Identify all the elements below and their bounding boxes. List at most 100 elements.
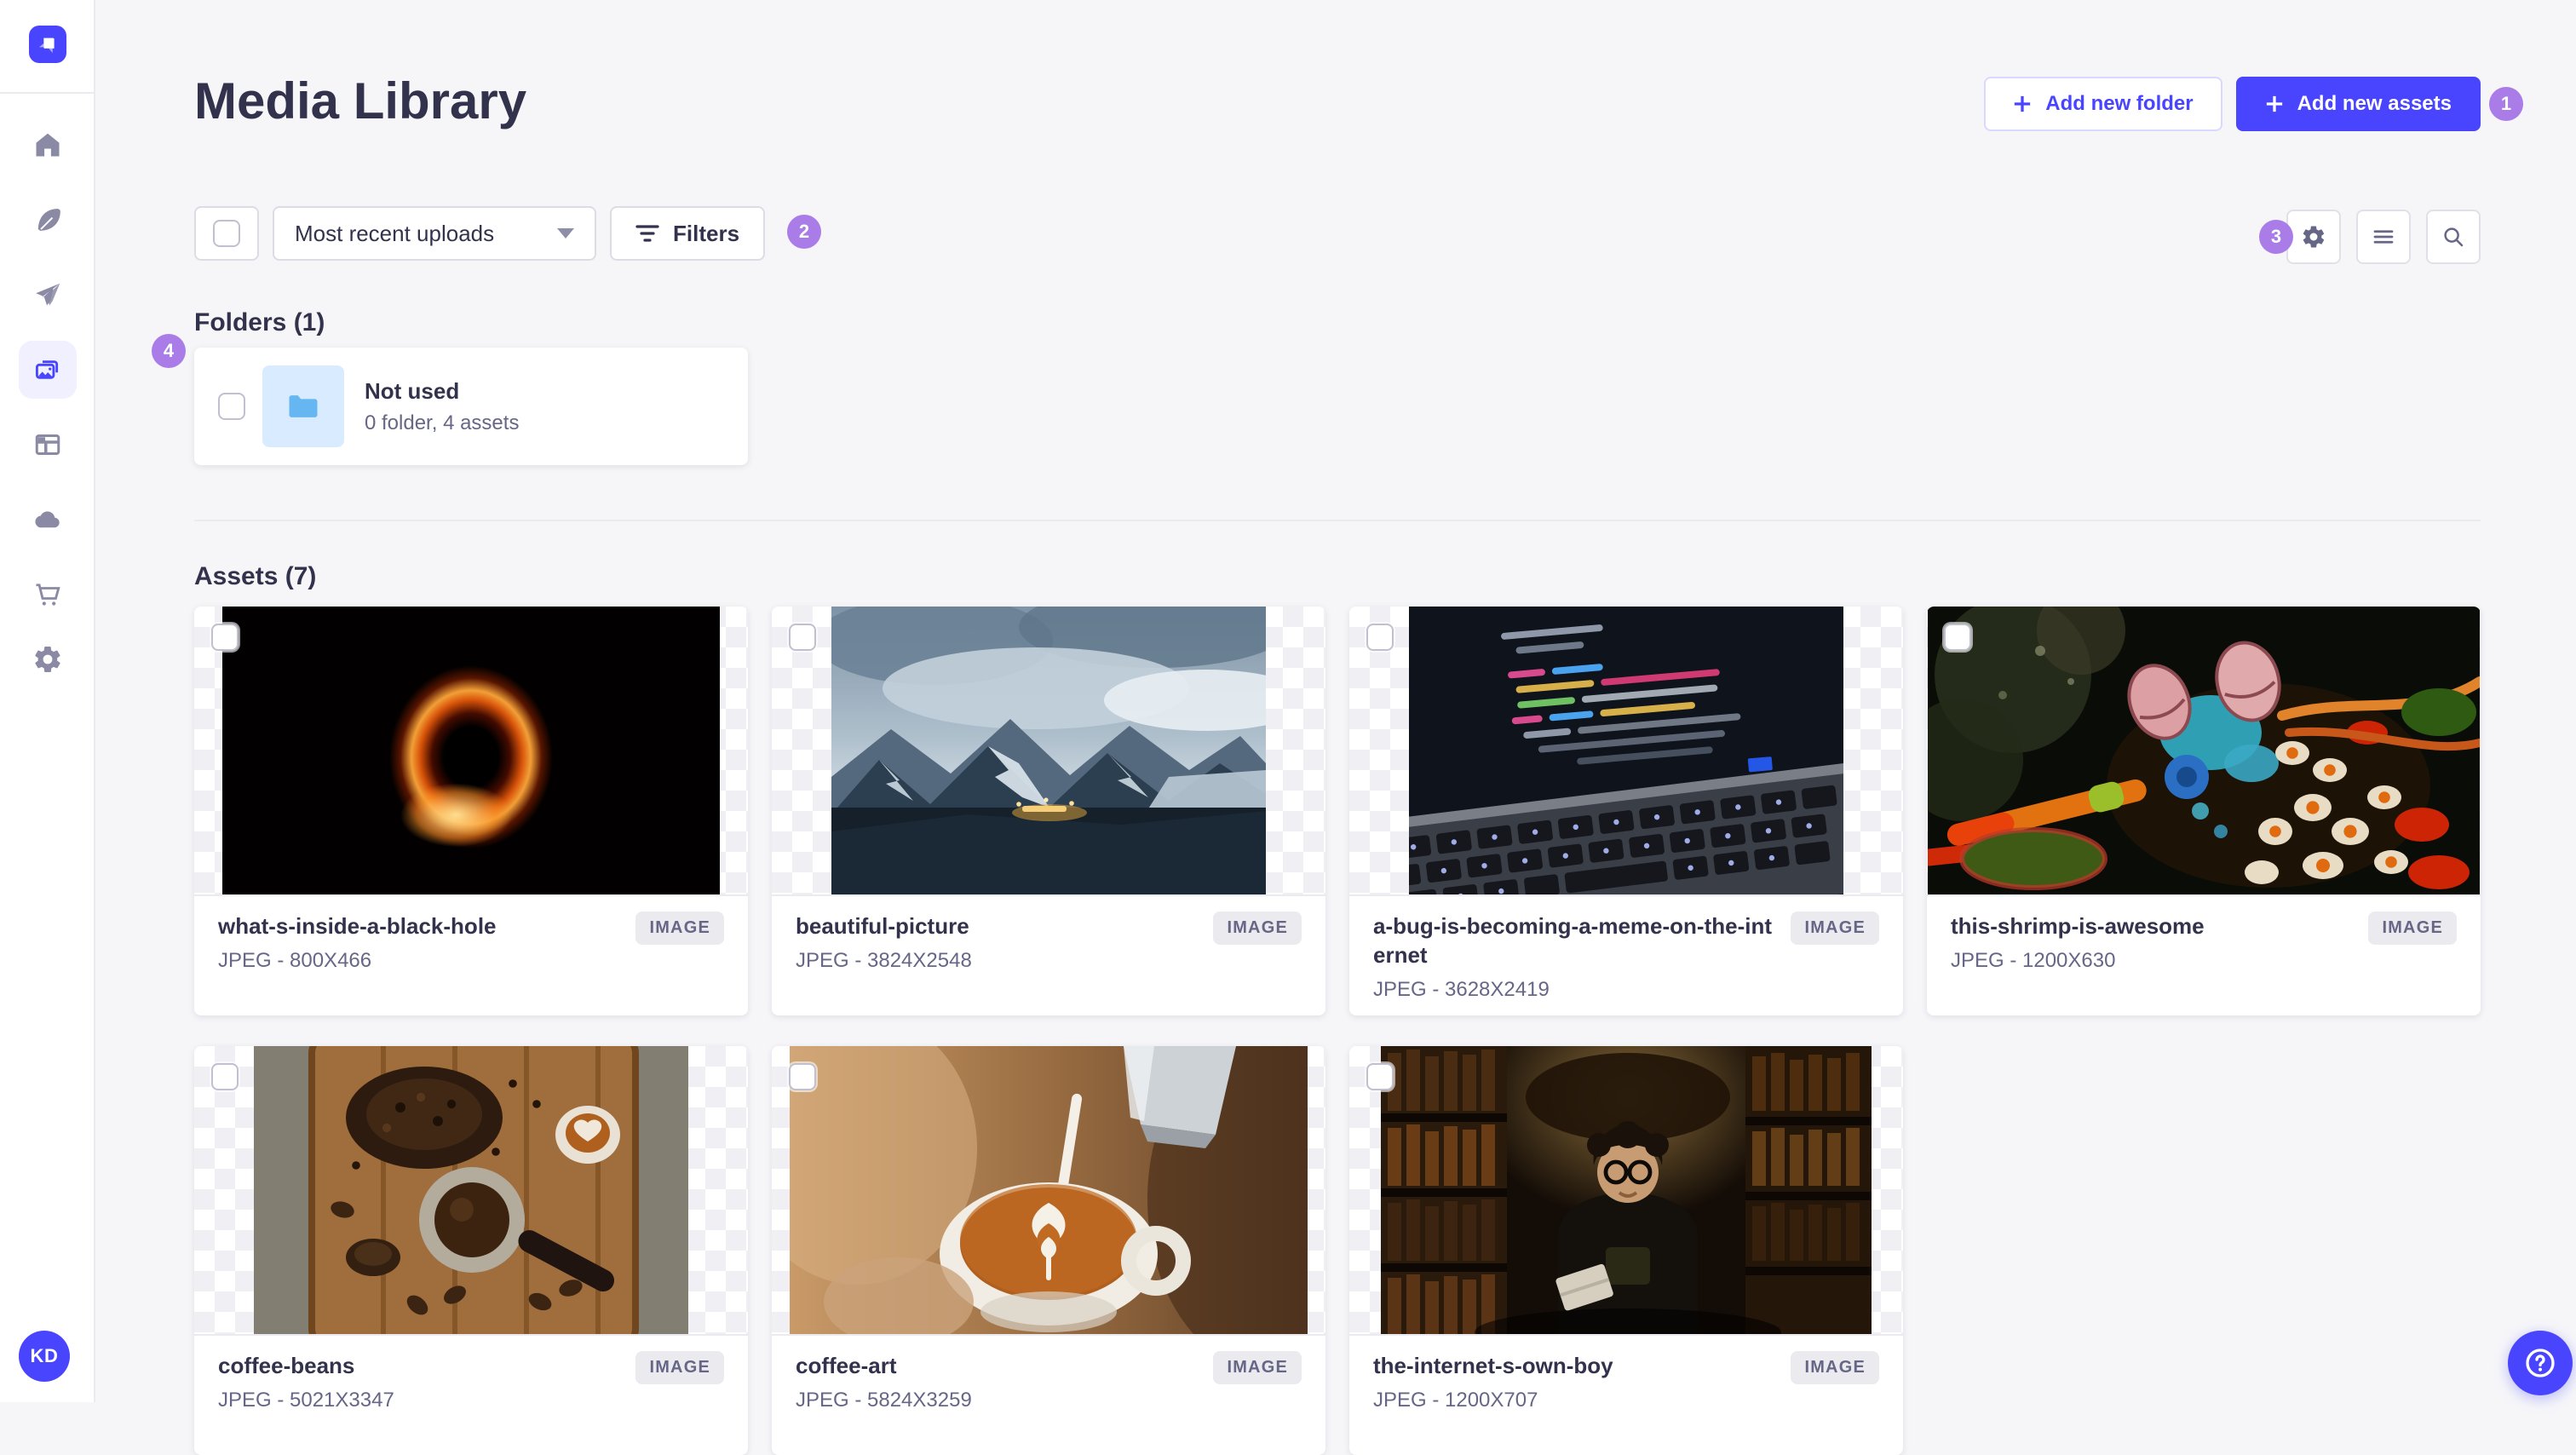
add-new-folder-label: Add new folder bbox=[2045, 92, 2194, 115]
header-actions: Add new folder Add new assets bbox=[1984, 77, 2481, 131]
asset-name: the-internet-s-own-boy bbox=[1373, 1353, 1613, 1378]
search-icon bbox=[2444, 227, 2464, 247]
asset-meta: JPEG - 3628X2419 bbox=[1373, 978, 1550, 1001]
asset-type-badge: IMAGE bbox=[635, 1351, 724, 1384]
browser-layout-icon[interactable] bbox=[32, 429, 63, 460]
asset-thumbnail bbox=[772, 607, 1325, 896]
settings-button[interactable] bbox=[2286, 210, 2341, 264]
help-icon bbox=[2526, 1349, 2555, 1377]
asset-type-badge: IMAGE bbox=[2368, 912, 2457, 945]
annotation-badge-4: 4 bbox=[152, 334, 186, 368]
asset-card[interactable]: the-internet-s-own-boy JPEG - 1200X707 I… bbox=[1349, 1046, 1903, 1455]
annotation-badge-1: 1 bbox=[2489, 87, 2523, 121]
mountain-landscape-image bbox=[831, 607, 1266, 894]
mantis-shrimp-image bbox=[1928, 607, 2480, 894]
black-hole-image bbox=[222, 607, 720, 894]
asset-checkbox[interactable] bbox=[1366, 1063, 1394, 1090]
add-new-folder-button[interactable]: Add new folder bbox=[1984, 77, 2222, 131]
asset-type-badge: IMAGE bbox=[635, 912, 724, 945]
help-button[interactable] bbox=[2508, 1331, 2573, 1395]
coffee-beans-image bbox=[254, 1046, 688, 1334]
filters-button[interactable]: Filters bbox=[610, 206, 766, 261]
asset-meta: JPEG - 800X466 bbox=[218, 949, 372, 972]
asset-type-badge: IMAGE bbox=[1791, 912, 1879, 945]
asset-name: beautiful-picture bbox=[796, 913, 969, 939]
asset-meta: JPEG - 3824X2548 bbox=[796, 949, 972, 972]
asset-card[interactable]: a-bug-is-becoming-a-meme-on-the-internet… bbox=[1349, 607, 1903, 1015]
select-all-checkbox[interactable] bbox=[213, 220, 240, 247]
asset-checkbox[interactable] bbox=[1944, 624, 1971, 651]
filter-icon bbox=[635, 225, 659, 242]
asset-card[interactable]: this-shrimp-is-awesome JPEG - 1200X630 I… bbox=[1927, 607, 2481, 1015]
asset-name: this-shrimp-is-awesome bbox=[1951, 913, 2205, 939]
view-actions bbox=[2286, 210, 2481, 264]
select-all-checkbox-button[interactable] bbox=[194, 206, 259, 261]
folders-heading: Folders (1) bbox=[194, 308, 325, 336]
asset-type-badge: IMAGE bbox=[1213, 912, 1302, 945]
folder-tile bbox=[262, 365, 344, 447]
asset-card[interactable]: coffee-art JPEG - 5824X3259 IMAGE bbox=[772, 1046, 1325, 1455]
toolbar: Most recent uploads Filters bbox=[194, 206, 766, 261]
folder-meta: 0 folder, 4 assets bbox=[365, 411, 520, 434]
asset-name: coffee-beans bbox=[218, 1353, 355, 1378]
asset-thumbnail bbox=[1927, 607, 2481, 896]
filters-label: Filters bbox=[673, 220, 740, 246]
app-logo-icon[interactable] bbox=[29, 26, 66, 63]
asset-checkbox[interactable] bbox=[789, 1063, 816, 1090]
asset-checkbox[interactable] bbox=[1366, 624, 1394, 651]
paper-plane-icon[interactable] bbox=[32, 279, 63, 310]
asset-meta: JPEG - 5021X3347 bbox=[218, 1389, 394, 1412]
folder-card[interactable]: Not used 0 folder, 4 assets bbox=[194, 348, 748, 465]
asset-thumbnail bbox=[194, 1046, 748, 1336]
list-icon bbox=[2373, 230, 2394, 244]
sort-dropdown-value: Most recent uploads bbox=[295, 220, 495, 246]
asset-thumbnail bbox=[1349, 1046, 1903, 1336]
search-button[interactable] bbox=[2426, 210, 2481, 264]
section-divider bbox=[194, 520, 2481, 521]
asset-type-badge: IMAGE bbox=[1791, 1351, 1879, 1384]
asset-thumbnail bbox=[194, 607, 748, 896]
home-icon[interactable] bbox=[32, 129, 63, 160]
asset-card[interactable]: beautiful-picture JPEG - 3824X2548 IMAGE bbox=[772, 607, 1325, 1015]
laptop-code-image bbox=[1409, 607, 1843, 894]
add-new-assets-label: Add new assets bbox=[2297, 92, 2452, 115]
sidebar: KD bbox=[0, 0, 95, 1402]
page-title: Media Library bbox=[194, 72, 527, 129]
gear-icon[interactable] bbox=[32, 644, 63, 675]
asset-card[interactable]: what-s-inside-a-black-hole JPEG - 800X46… bbox=[194, 607, 748, 1015]
sort-dropdown[interactable]: Most recent uploads bbox=[273, 206, 596, 261]
cart-icon[interactable] bbox=[32, 579, 63, 610]
asset-thumbnail bbox=[772, 1046, 1325, 1336]
asset-meta: JPEG - 1200X630 bbox=[1951, 949, 2116, 972]
latte-art-image bbox=[790, 1046, 1308, 1334]
add-new-assets-button[interactable]: Add new assets bbox=[2235, 77, 2481, 131]
asset-checkbox[interactable] bbox=[211, 624, 239, 651]
list-view-button[interactable] bbox=[2356, 210, 2411, 264]
chevron-down-icon bbox=[557, 228, 574, 239]
cloud-icon[interactable] bbox=[32, 504, 63, 535]
media-images-icon[interactable] bbox=[32, 354, 63, 385]
asset-meta: JPEG - 5824X3259 bbox=[796, 1389, 972, 1412]
assets-heading: Assets (7) bbox=[194, 562, 317, 590]
annotation-badge-2: 2 bbox=[787, 215, 821, 249]
annotation-badge-3: 3 bbox=[2259, 220, 2293, 254]
asset-meta: JPEG - 1200X707 bbox=[1373, 1389, 1538, 1412]
folder-icon bbox=[289, 395, 318, 417]
asset-name: coffee-art bbox=[796, 1353, 897, 1378]
asset-thumbnail bbox=[1349, 607, 1903, 896]
sidebar-divider bbox=[0, 92, 95, 94]
feather-icon[interactable] bbox=[32, 204, 63, 235]
gear-icon bbox=[2303, 226, 2325, 248]
asset-card[interactable]: coffee-beans JPEG - 5021X3347 IMAGE bbox=[194, 1046, 748, 1455]
man-in-library-image bbox=[1381, 1046, 1872, 1334]
folder-checkbox[interactable] bbox=[218, 393, 245, 420]
user-avatar[interactable]: KD bbox=[19, 1331, 70, 1382]
assets-grid: what-s-inside-a-black-hole JPEG - 800X46… bbox=[194, 607, 2481, 1455]
asset-type-badge: IMAGE bbox=[1213, 1351, 1302, 1384]
asset-checkbox[interactable] bbox=[789, 624, 816, 651]
asset-checkbox[interactable] bbox=[211, 1063, 239, 1090]
asset-name: a-bug-is-becoming-a-meme-on-the-internet bbox=[1373, 913, 1772, 968]
asset-name: what-s-inside-a-black-hole bbox=[218, 913, 497, 939]
plus-icon bbox=[2015, 95, 2031, 112]
plus-icon bbox=[2266, 95, 2282, 112]
